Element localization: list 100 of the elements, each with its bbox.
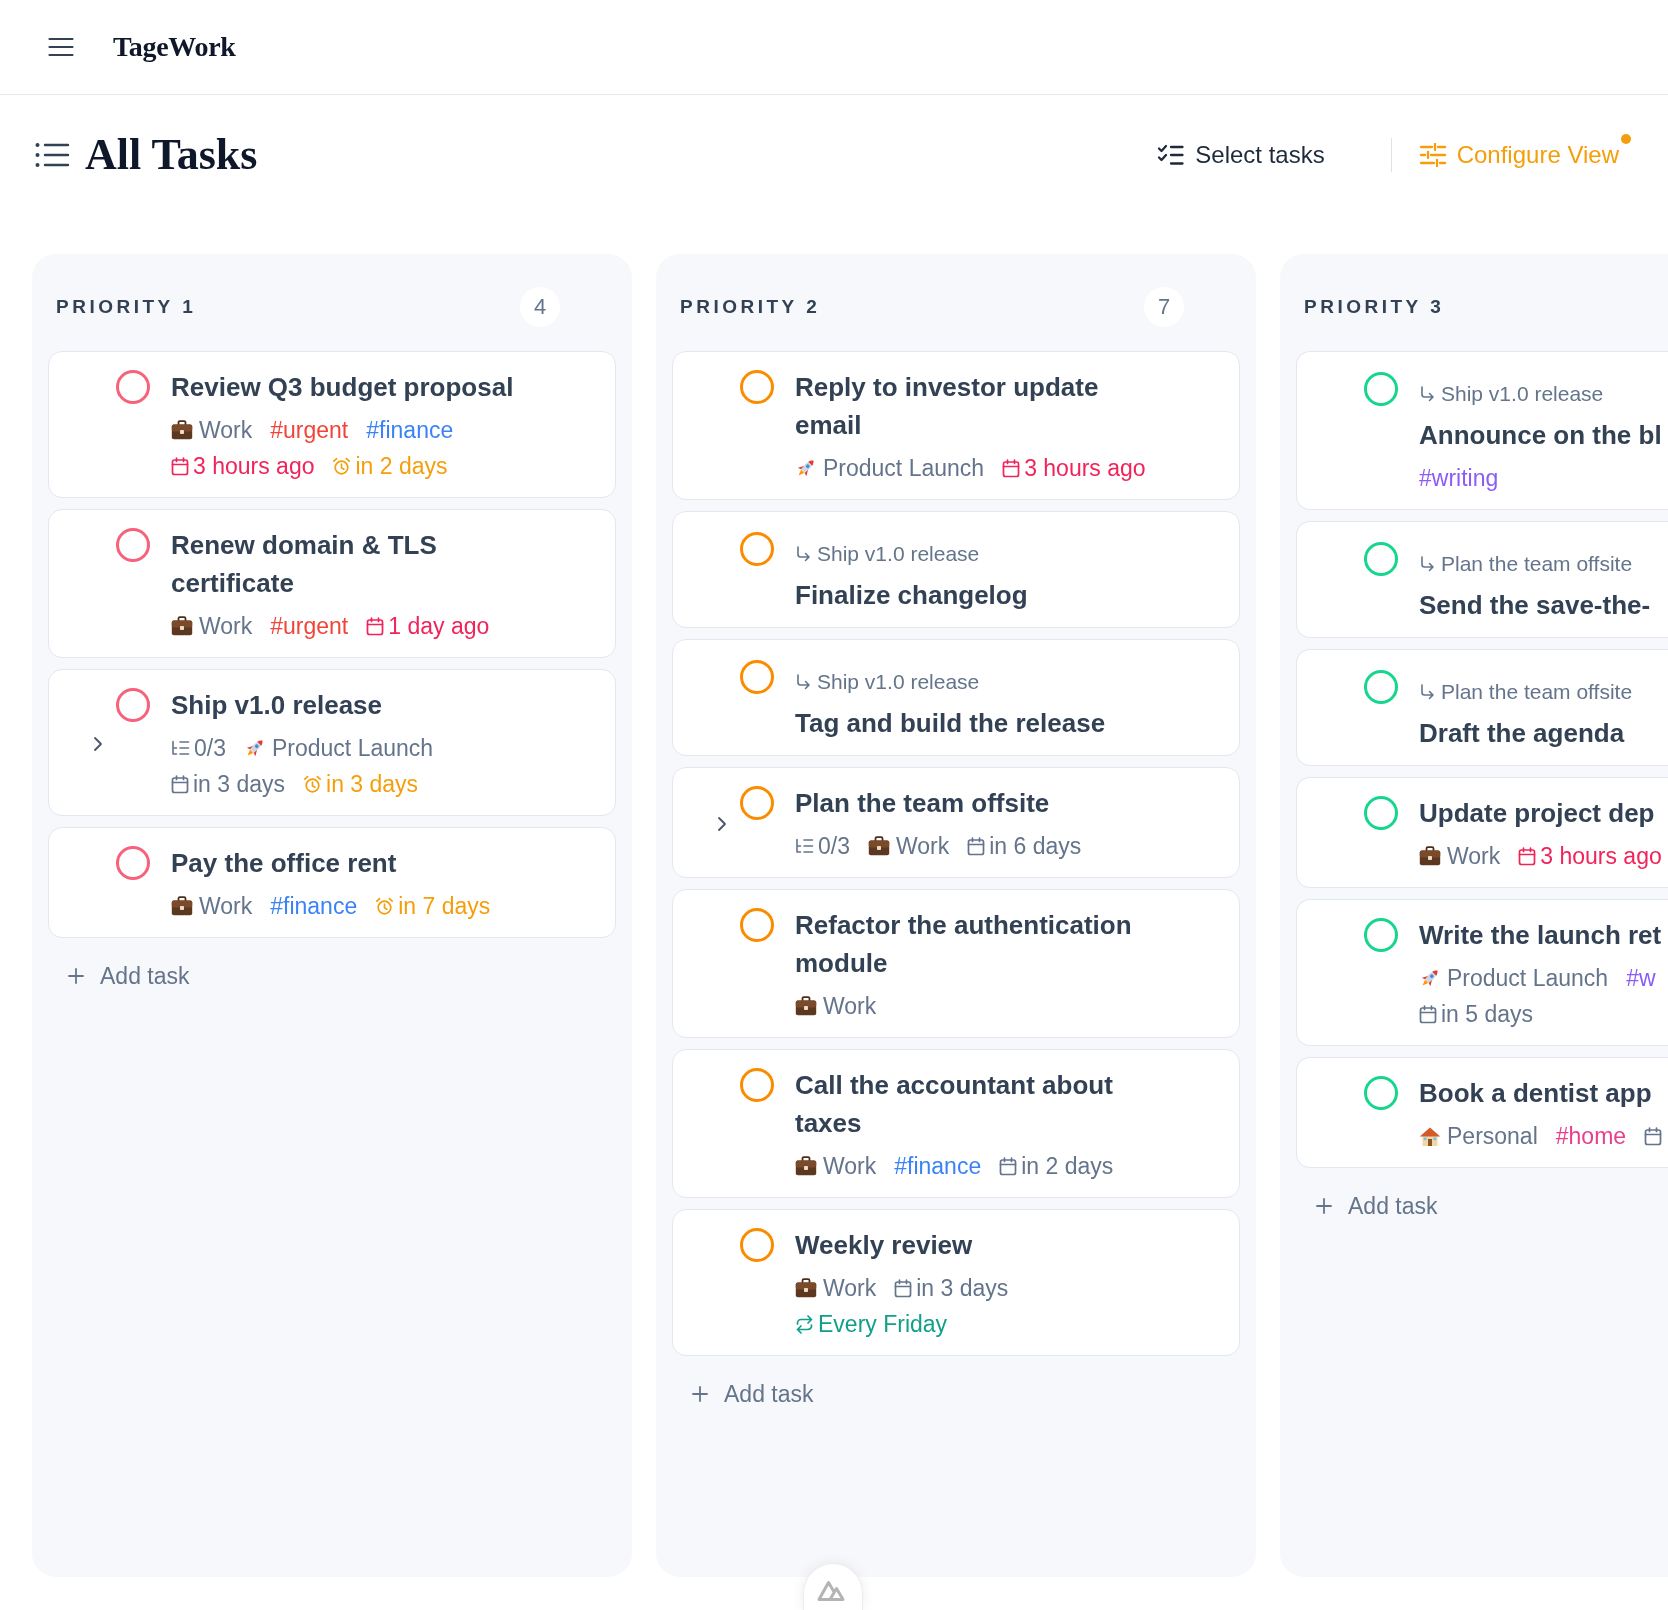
task-card[interactable]: Ship v1.0 release Announce on the bl #writing	[1296, 351, 1668, 510]
task-checkbox[interactable]	[116, 688, 150, 722]
task-title[interactable]: Renew domain & TLS certificate	[171, 526, 531, 602]
task-title[interactable]: Tag and build the release	[795, 704, 1155, 742]
task-title[interactable]: Pay the office rent	[171, 844, 531, 882]
project-label[interactable]: Product Launch	[272, 730, 434, 766]
task-title[interactable]: Announce on the bl	[1419, 416, 1668, 454]
app-logo[interactable]: TageWork	[113, 31, 236, 63]
project-label[interactable]: Work	[823, 1270, 877, 1306]
task-card[interactable]: Plan the team offsite 0/3 Work in 6 days	[672, 767, 1240, 878]
task-checkbox[interactable]	[1364, 1076, 1398, 1110]
task-title[interactable]: Send the save-the-	[1419, 586, 1668, 624]
project-label[interactable]: Product Launch	[823, 450, 985, 486]
add-task-button[interactable]: Add task	[672, 1370, 814, 1418]
task-title[interactable]: Refactor the authentication module	[795, 906, 1155, 982]
task-card[interactable]: Plan the team offsite Send the save-the-	[1296, 521, 1668, 638]
due-date: in 2 days	[1021, 1152, 1114, 1181]
task-card[interactable]: Ship v1.0 release 0/3 Product Launch in 3 days in 3 days	[48, 669, 616, 816]
tag-label[interactable]: #w	[1626, 960, 1656, 996]
task-card[interactable]: Write the launch ret Product Launch #w in 5 days	[1296, 899, 1668, 1046]
add-task-button[interactable]: Add task	[48, 952, 190, 1000]
project-label[interactable]: Work	[1447, 838, 1501, 874]
task-title[interactable]: Call the accountant about taxes	[795, 1066, 1155, 1142]
task-checkbox[interactable]	[740, 370, 774, 404]
project-label[interactable]: Work	[823, 988, 877, 1024]
task-title[interactable]: Book a dentist app	[1419, 1074, 1668, 1112]
task-card[interactable]: Weekly review Work in 3 days Every Friday	[672, 1209, 1240, 1356]
briefcase-icon	[171, 420, 193, 440]
task-title[interactable]: Finalize changelog	[795, 576, 1155, 614]
task-title[interactable]: Update project dep	[1419, 794, 1668, 832]
task-checkbox[interactable]	[116, 846, 150, 880]
task-checkbox[interactable]	[1364, 670, 1398, 704]
tag-label[interactable]: #urgent	[270, 412, 349, 448]
alarm-clock-icon	[303, 774, 323, 794]
tag-label[interactable]: #finance	[894, 1148, 982, 1184]
task-title[interactable]: Weekly review	[795, 1226, 1155, 1264]
project-label[interactable]: Work	[199, 608, 253, 644]
project-label[interactable]: Work	[823, 1148, 877, 1184]
project-label[interactable]: Personal	[1447, 1118, 1538, 1154]
task-checkbox[interactable]	[740, 908, 774, 942]
page-title: All Tasks	[85, 129, 258, 181]
task-count: 7	[1144, 287, 1184, 327]
project-label[interactable]: Product Launch	[1447, 960, 1609, 996]
select-tasks-button[interactable]: Select tasks	[1157, 133, 1325, 177]
calendar-icon	[894, 1278, 913, 1298]
parent-task-label[interactable]: Ship v1.0 release	[817, 535, 980, 573]
add-task-button[interactable]: Add task	[1296, 1182, 1438, 1230]
due-date: 1 day ago	[388, 612, 490, 641]
parent-task-label[interactable]: Plan the team offsite	[1441, 673, 1633, 711]
parent-task-label[interactable]: Ship v1.0 release	[817, 663, 980, 701]
calendar-icon	[967, 836, 986, 856]
task-checkbox[interactable]	[740, 660, 774, 694]
project-label[interactable]: Work	[199, 412, 253, 448]
sliders-icon	[1418, 143, 1447, 167]
tag-label[interactable]: #home	[1555, 1118, 1627, 1154]
task-card[interactable]: Plan the team offsite Draft the agenda	[1296, 649, 1668, 766]
chevron-icon[interactable]	[93, 736, 103, 752]
task-checkbox[interactable]	[740, 1068, 774, 1102]
briefcase-icon	[868, 836, 890, 856]
parent-task-label[interactable]: Plan the team offsite	[1441, 545, 1633, 583]
task-card[interactable]: Ship v1.0 release Tag and build the release	[672, 639, 1240, 756]
tag-label[interactable]: #finance	[270, 888, 358, 924]
task-checkbox[interactable]	[740, 786, 774, 820]
menu-icon[interactable]	[48, 37, 74, 57]
task-checkbox[interactable]	[116, 528, 150, 562]
calendar-icon	[1419, 1004, 1437, 1024]
task-card[interactable]: Ship v1.0 release Finalize changelog	[672, 511, 1240, 628]
task-card[interactable]: Pay the office rent Work #finance in 7 days	[48, 827, 616, 938]
task-card[interactable]: Call the accountant about taxes Work #finance in 2 days	[672, 1049, 1240, 1198]
calendar-icon	[366, 616, 385, 636]
task-title[interactable]: Reply to investor update email	[795, 368, 1155, 444]
list-icon	[35, 142, 70, 168]
task-title[interactable]: Ship v1.0 release	[171, 686, 531, 724]
tag-label[interactable]: #urgent	[270, 608, 349, 644]
task-checkbox[interactable]	[116, 370, 150, 404]
task-card[interactable]: Review Q3 budget proposal Work #urgent #finance 3 hours ago in 2 days	[48, 351, 616, 498]
task-title[interactable]: Write the launch ret	[1419, 916, 1668, 954]
tag-label[interactable]: #finance	[366, 412, 454, 448]
task-checkbox[interactable]	[1364, 542, 1398, 576]
project-label[interactable]: Work	[199, 888, 253, 924]
task-checkbox[interactable]	[740, 532, 774, 566]
tag-label[interactable]: #writing	[1419, 460, 1499, 496]
task-checkbox[interactable]	[740, 1228, 774, 1262]
task-checkbox[interactable]	[1364, 918, 1398, 952]
task-card[interactable]: Refactor the authentication module Work	[672, 889, 1240, 1038]
parent-task-label[interactable]: Ship v1.0 release	[1441, 375, 1604, 413]
column-title: PRIORITY 1	[56, 296, 197, 318]
subtask-arrow-icon	[1419, 684, 1435, 700]
task-card[interactable]: Reply to investor update email Product Launch 3 hours ago	[672, 351, 1240, 500]
task-title[interactable]: Draft the agenda	[1419, 714, 1668, 752]
task-checkbox[interactable]	[1364, 796, 1398, 830]
task-card[interactable]: Renew domain & TLS certificate Work #urgent 1 day ago	[48, 509, 616, 658]
repeat-rule: Every Friday	[818, 1310, 948, 1339]
task-title[interactable]: Plan the team offsite	[795, 784, 1155, 822]
task-title[interactable]: Review Q3 budget proposal	[171, 368, 531, 406]
task-checkbox[interactable]	[1364, 372, 1398, 406]
task-card[interactable]: Book a dentist app Personal #home	[1296, 1057, 1668, 1168]
chevron-icon[interactable]	[717, 816, 727, 832]
task-card[interactable]: Update project dep Work 3 hours ago	[1296, 777, 1668, 888]
project-label[interactable]: Work	[896, 828, 950, 864]
